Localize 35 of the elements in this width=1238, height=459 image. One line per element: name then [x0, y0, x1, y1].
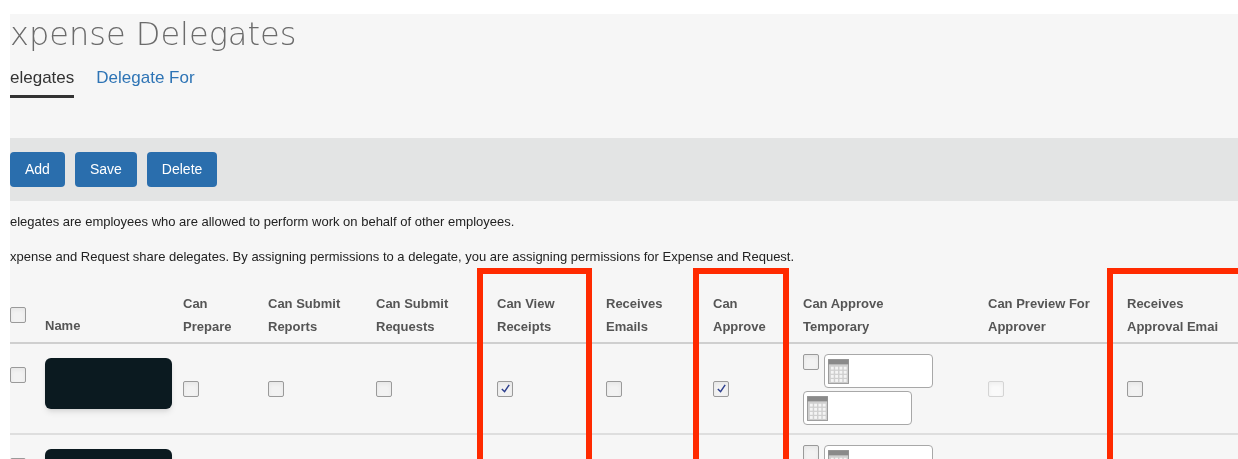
checkbox[interactable]	[1127, 380, 1143, 397]
info-text: xpense and Request share delegates. By assigning permissions to a delegate, you are assigning permissions for Expense and Request.	[10, 248, 796, 266]
checkbox[interactable]	[803, 445, 819, 459]
column-header: Can Approve Temporary	[803, 295, 885, 336]
date-field[interactable]	[824, 354, 933, 388]
checkbox[interactable]	[803, 354, 819, 370]
checkbox[interactable]	[268, 380, 284, 397]
info-text: elegates are employees who are allowed to perform work on behalf of other employees.	[10, 213, 516, 231]
date-field[interactable]	[803, 391, 912, 425]
toolbar-button[interactable]: Add	[10, 152, 65, 187]
calendar-icon[interactable]	[807, 395, 828, 421]
column-header: Can Submit Requests	[376, 295, 450, 336]
toolbar-button[interactable]: Delete	[146, 152, 218, 187]
column-header: Can Prepare	[183, 295, 233, 336]
checkbox[interactable]	[606, 380, 622, 397]
page-title: xpense Delegates	[10, 14, 297, 54]
tab[interactable]: Delegate For	[96, 68, 195, 98]
column-header: Can View Receipts	[497, 295, 556, 336]
column-header: Name	[45, 316, 82, 335]
toolbar-button[interactable]: Save	[74, 152, 137, 187]
column-header: Can Approve	[713, 295, 767, 336]
column-header: Can Preview For Approver	[988, 295, 1091, 336]
column-header: Receives Approval Emai	[1127, 295, 1220, 336]
checkbox[interactable]	[376, 380, 392, 397]
checkbox[interactable]	[497, 380, 513, 397]
checkbox[interactable]	[10, 307, 26, 323]
column-header: Can Submit Reports	[268, 295, 342, 336]
checkbox[interactable]	[10, 367, 26, 383]
calendar-icon[interactable]	[828, 358, 849, 384]
column-header: Receives Emails	[606, 295, 664, 336]
tab[interactable]: elegates	[10, 68, 75, 98]
check-icon	[715, 383, 727, 394]
checkbox[interactable]	[713, 380, 729, 397]
checkbox[interactable]	[183, 380, 199, 397]
check-icon	[499, 383, 511, 394]
